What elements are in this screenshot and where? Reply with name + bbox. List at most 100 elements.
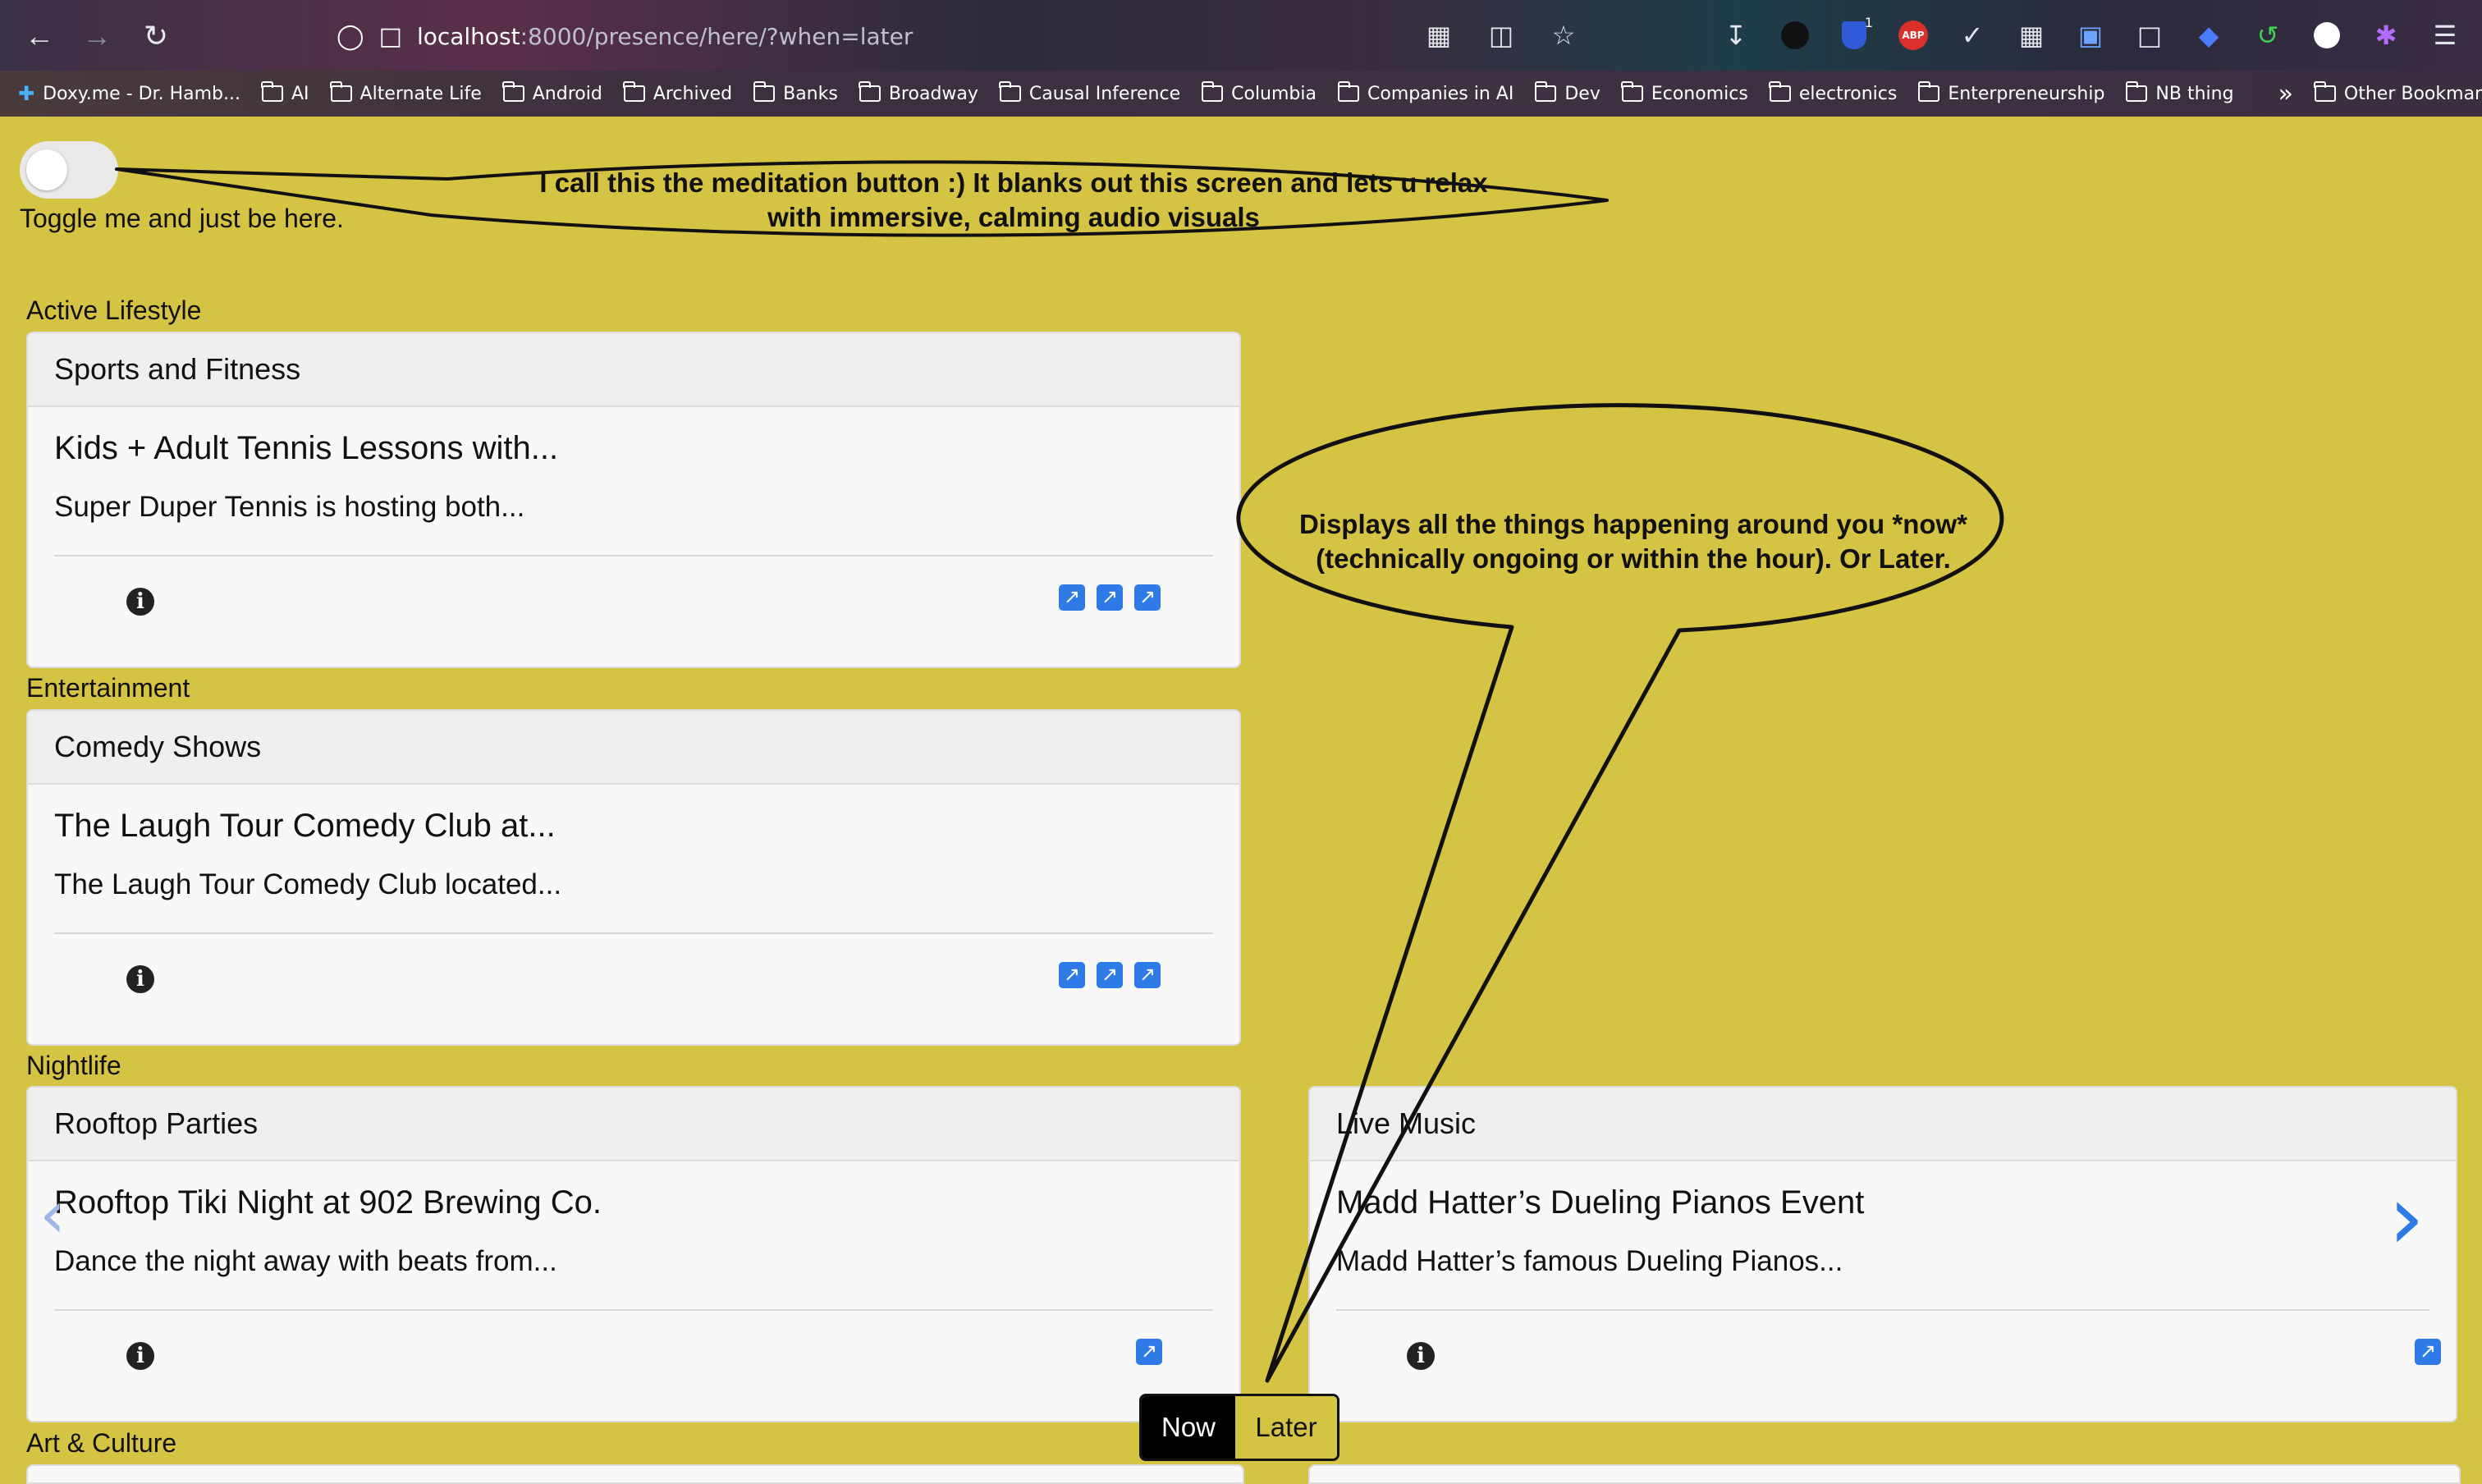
event-card: Comedy Shows The Laugh Tour Comedy Club …: [26, 709, 1241, 1046]
download-icon[interactable]: ↧: [1715, 15, 1756, 56]
toggle-knob: [26, 149, 67, 190]
folder-icon: [1621, 81, 1643, 102]
meditation-toggle[interactable]: [20, 141, 118, 199]
meditation-annotation-text: I call this the meditation button :) It …: [539, 167, 1488, 232]
folder-icon: [1201, 81, 1224, 102]
card-category: Live Music: [1310, 1088, 2456, 1161]
url-host: localhost: [416, 22, 520, 50]
menu-icon[interactable]: ☰: [2425, 15, 2466, 56]
event-title[interactable]: Madd Hatter’s Dueling Pianos Event: [1336, 1184, 1864, 1221]
bookmark-folder[interactable]: electronics: [1769, 81, 1897, 104]
check-circle-icon[interactable]: ✓: [1952, 15, 1993, 56]
bookmark-other[interactable]: Other Bookmarks: [2314, 81, 2482, 104]
bookmarks-overflow-icon[interactable]: »: [2278, 80, 2293, 108]
folder-icon: [2125, 81, 2148, 102]
grid-icon[interactable]: ▦: [2011, 15, 2052, 56]
now-later-annotation-text: Displays all the things happening around…: [1298, 509, 1968, 574]
bookmark-folder[interactable]: Enterpreneurship: [1917, 81, 2104, 104]
folder-icon: [1337, 81, 1359, 102]
shield-extension-icon[interactable]: 1: [1834, 15, 1875, 56]
card-category: Sports and Fitness: [28, 333, 1239, 407]
sync-icon[interactable]: ↺: [2247, 15, 2288, 56]
bookmark-folder[interactable]: Dev: [1534, 81, 1600, 104]
bookmark-folder[interactable]: Android: [502, 81, 602, 104]
back-icon[interactable]: ←: [20, 16, 59, 56]
bookmark-folder[interactable]: Companies in AI: [1337, 81, 1513, 104]
section-title-nightlife: Nightlife: [26, 1051, 121, 1080]
section-title-active-lifestyle: Active Lifestyle: [26, 295, 202, 325]
card-divider: [54, 555, 1213, 556]
bookmark-folder[interactable]: Alternate Life: [330, 81, 482, 104]
folder-icon: [623, 81, 645, 102]
info-icon[interactable]: i: [126, 588, 154, 616]
extension-dark-icon[interactable]: [1774, 15, 1816, 56]
card-divider: [54, 932, 1213, 934]
qr-code-icon[interactable]: ▦: [1418, 15, 1459, 56]
shield-badge: 1: [1864, 15, 1873, 30]
external-link-icon[interactable]: ↗: [1136, 1339, 1162, 1365]
bookmark-doxy[interactable]: ✚ Doxy.me - Dr. Hamb...: [18, 82, 240, 105]
now-button[interactable]: Now: [1142, 1396, 1235, 1459]
later-button[interactable]: Later: [1235, 1396, 1337, 1459]
folder-icon: [753, 81, 776, 102]
folder-icon: [999, 81, 1021, 102]
event-description: Madd Hatter’s famous Dueling Pianos...: [1336, 1245, 1843, 1277]
external-link-icon[interactable]: ↗: [1059, 584, 1085, 611]
bookmark-folder[interactable]: NB thing: [2125, 81, 2234, 104]
translate-ext-icon[interactable]: ▣: [2070, 15, 2111, 56]
adblock-label: ABP: [1898, 21, 1928, 50]
translate-icon[interactable]: ◫: [1481, 15, 1522, 56]
folder-icon: [1769, 81, 1791, 102]
bookmark-folder[interactable]: Banks: [753, 81, 838, 104]
event-title[interactable]: The Laugh Tour Comedy Club at...: [54, 808, 556, 845]
external-link-icon[interactable]: ↗: [1097, 962, 1123, 988]
bookmark-folder[interactable]: Causal Inference: [999, 81, 1180, 104]
diamond-icon[interactable]: ◆: [2188, 15, 2229, 56]
puzzle-icon[interactable]: □: [2129, 15, 2170, 56]
forward-icon[interactable]: →: [77, 16, 117, 56]
bookmark-folder[interactable]: Columbia: [1201, 81, 1317, 104]
chevron-left-icon[interactable]: ‹: [39, 1182, 66, 1248]
event-title[interactable]: Kids + Adult Tennis Lessons with...: [54, 430, 558, 467]
card-category: Rooftop Parties: [28, 1088, 1239, 1161]
info-icon[interactable]: i: [1407, 1342, 1435, 1370]
event-description: Super Duper Tennis is hosting both...: [54, 491, 525, 523]
event-description: Dance the night away with beats from...: [54, 1245, 557, 1277]
folder-icon: [859, 81, 881, 102]
event-card: Sports and Fitness Kids + Adult Tennis L…: [26, 332, 1241, 668]
info-icon[interactable]: i: [126, 1342, 154, 1370]
event-card-partial: [1308, 1464, 2461, 1484]
bookmarks-bar: ✚ Doxy.me - Dr. Hamb... AI Alternate Life…: [0, 71, 2482, 117]
podcast-icon[interactable]: ✱: [2365, 15, 2406, 56]
event-card-partial: [26, 1464, 1244, 1484]
browser-toolbar: ← → ↻ ◯ □ localhost:8000/presence/here/?…: [0, 0, 2482, 71]
adblock-icon[interactable]: ABP: [1893, 15, 1934, 56]
doxy-logo-icon: ✚: [18, 82, 35, 105]
event-card: Rooftop Parties Rooftop Tiki Night at 90…: [26, 1086, 1241, 1422]
page-icon: □: [378, 21, 402, 51]
external-link-icon[interactable]: ↗: [1134, 584, 1161, 611]
folder-icon: [1917, 81, 1940, 102]
star-icon[interactable]: ☆: [1543, 15, 1584, 56]
reload-icon[interactable]: ↻: [136, 16, 176, 56]
bookmark-folder[interactable]: Archived: [623, 81, 732, 104]
s-logo-icon[interactable]: [2306, 15, 2347, 56]
external-link-icon[interactable]: ↗: [1134, 962, 1161, 988]
bookmark-folder[interactable]: Economics: [1621, 81, 1748, 104]
bookmark-folder[interactable]: AI: [261, 81, 309, 104]
folder-icon: [2314, 81, 2336, 102]
card-category: Comedy Shows: [28, 711, 1239, 785]
section-title-art-culture: Art & Culture: [26, 1428, 177, 1458]
card-divider: [54, 1309, 1213, 1311]
event-card: Live Music Madd Hatter’s Dueling Pianos …: [1308, 1086, 2457, 1422]
external-link-icon[interactable]: ↗: [1059, 962, 1085, 988]
external-link-icon[interactable]: ↗: [2415, 1339, 2441, 1365]
bookmark-folder[interactable]: Broadway: [859, 81, 978, 104]
url-path: :8000/presence/here/?when=later: [520, 22, 914, 50]
chevron-right-icon[interactable]: ›: [2388, 1172, 2425, 1262]
info-icon[interactable]: i: [126, 965, 154, 993]
event-title[interactable]: Rooftop Tiki Night at 902 Brewing Co.: [54, 1184, 602, 1221]
external-link-icon[interactable]: ↗: [1097, 584, 1123, 611]
card-divider: [1336, 1309, 2429, 1311]
event-description: The Laugh Tour Comedy Club located...: [54, 868, 562, 900]
